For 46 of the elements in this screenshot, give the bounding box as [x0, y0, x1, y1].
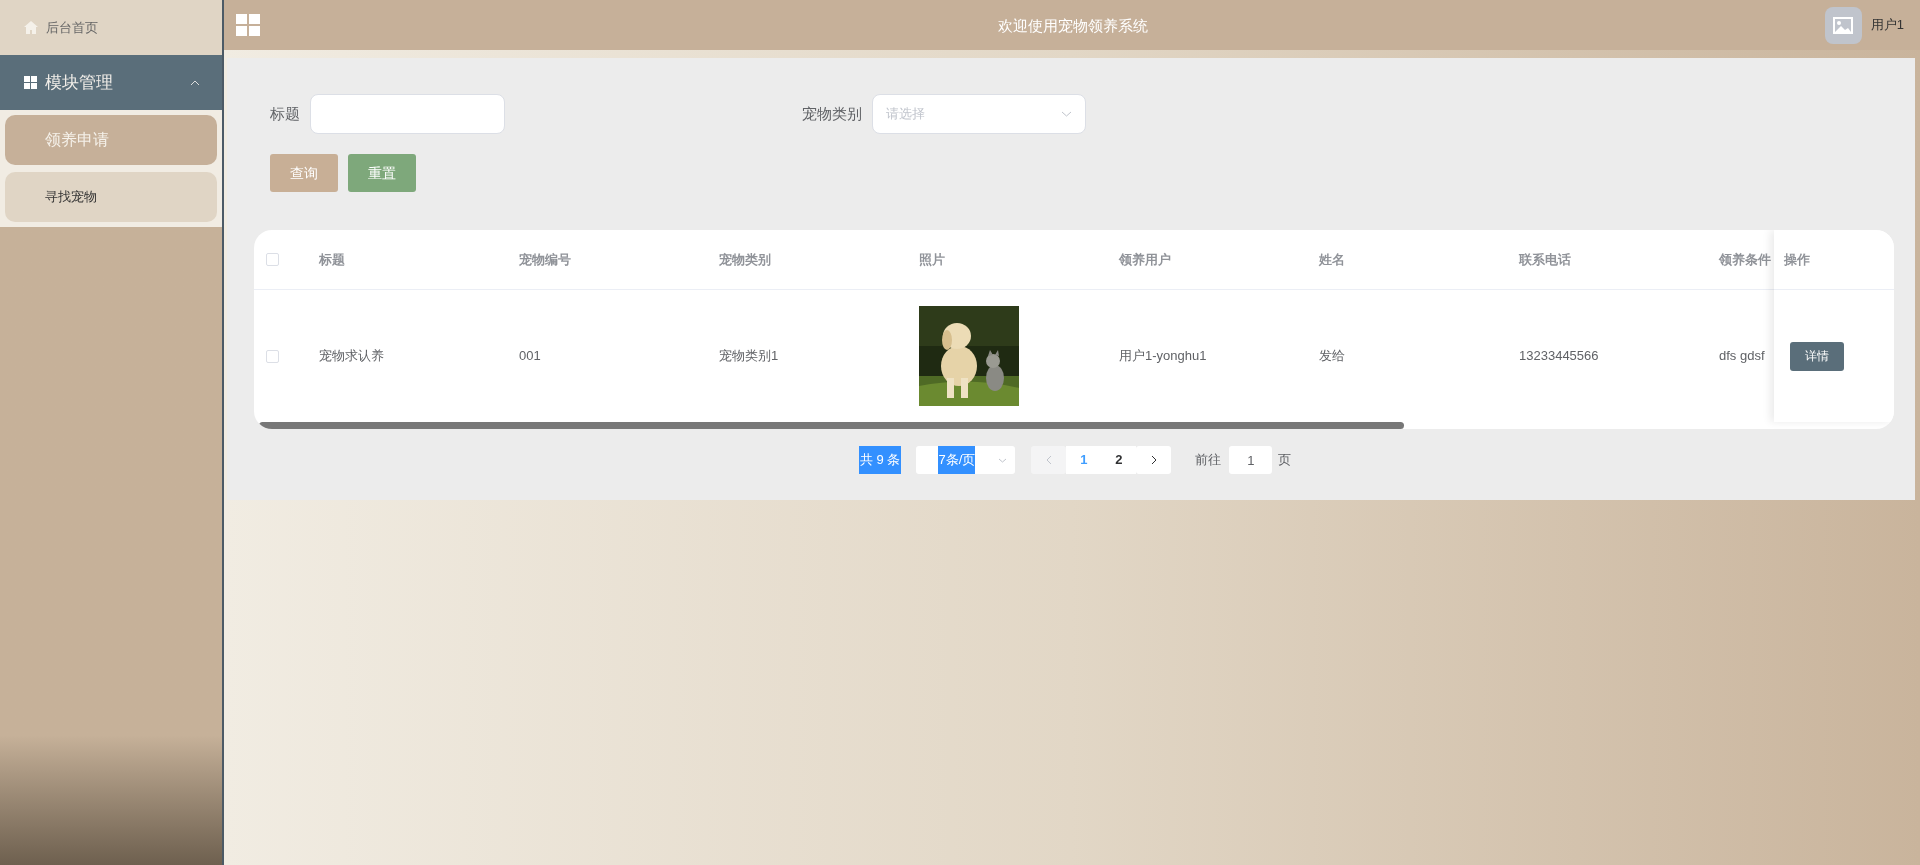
sidebar-item[interactable]: 寻找宠物	[5, 172, 217, 222]
column-header: 照片	[919, 251, 945, 267]
column-header: 领养条件	[1719, 251, 1771, 267]
chevron-left-icon	[1045, 455, 1052, 465]
header-title: 欢迎使用宠物领养系统	[997, 16, 1149, 36]
checkbox[interactable]	[266, 349, 279, 363]
column-header: 标题	[319, 251, 345, 267]
field-label: 宠物类别	[802, 103, 862, 124]
chevron-right-icon	[1150, 455, 1157, 465]
table-cell: 001	[519, 348, 541, 364]
table-cell: 发给	[1319, 348, 1345, 364]
home-icon	[24, 21, 38, 34]
title-input[interactable]	[310, 94, 505, 134]
column-header: 操作	[1784, 250, 1810, 269]
grid-icon	[24, 76, 37, 89]
column-header: 宠物编号	[519, 251, 571, 267]
table-cell: 宠物求认养	[319, 348, 384, 364]
page-size-select[interactable]: 7条/页	[916, 446, 1016, 474]
table-cell: 宠物类别1	[719, 348, 779, 364]
sidebar-item[interactable]: 后台首页	[0, 0, 222, 55]
reset-button[interactable]: 重置	[348, 154, 416, 192]
goto-suffix: 页	[1278, 451, 1292, 470]
column-header: 宠物类别	[719, 251, 771, 267]
table-cell: 13233445566	[1519, 348, 1599, 364]
column-header: 领养用户	[1119, 251, 1171, 267]
column-header: 姓名	[1319, 251, 1345, 267]
scrollbar[interactable]	[259, 422, 1404, 429]
checkbox[interactable]	[266, 253, 279, 266]
next-page-button[interactable]	[1136, 446, 1172, 474]
field-label: 标题	[270, 103, 300, 124]
avatar[interactable]	[1824, 6, 1862, 44]
goto-label: 前往	[1195, 451, 1222, 470]
sidebar-group[interactable]: 模块管理	[0, 55, 222, 110]
column-header: 联系电话	[1519, 251, 1571, 267]
user-name: 用户1	[1870, 16, 1904, 35]
grid-icon[interactable]	[236, 14, 260, 36]
table-cell: dfs gdsf	[1719, 348, 1765, 364]
chevron-down-icon	[1061, 111, 1072, 117]
page-input[interactable]: 1	[1229, 446, 1273, 474]
details-button[interactable]: 详情	[1790, 341, 1844, 371]
total-count: 共 9 条	[859, 446, 902, 474]
chevron-down-icon	[998, 457, 1008, 463]
image-icon	[1833, 16, 1854, 34]
table-cell: 用户1-yonghu1	[1119, 348, 1207, 364]
page-button[interactable]: 2	[1101, 446, 1137, 474]
page-button[interactable]: 1	[1066, 446, 1102, 474]
